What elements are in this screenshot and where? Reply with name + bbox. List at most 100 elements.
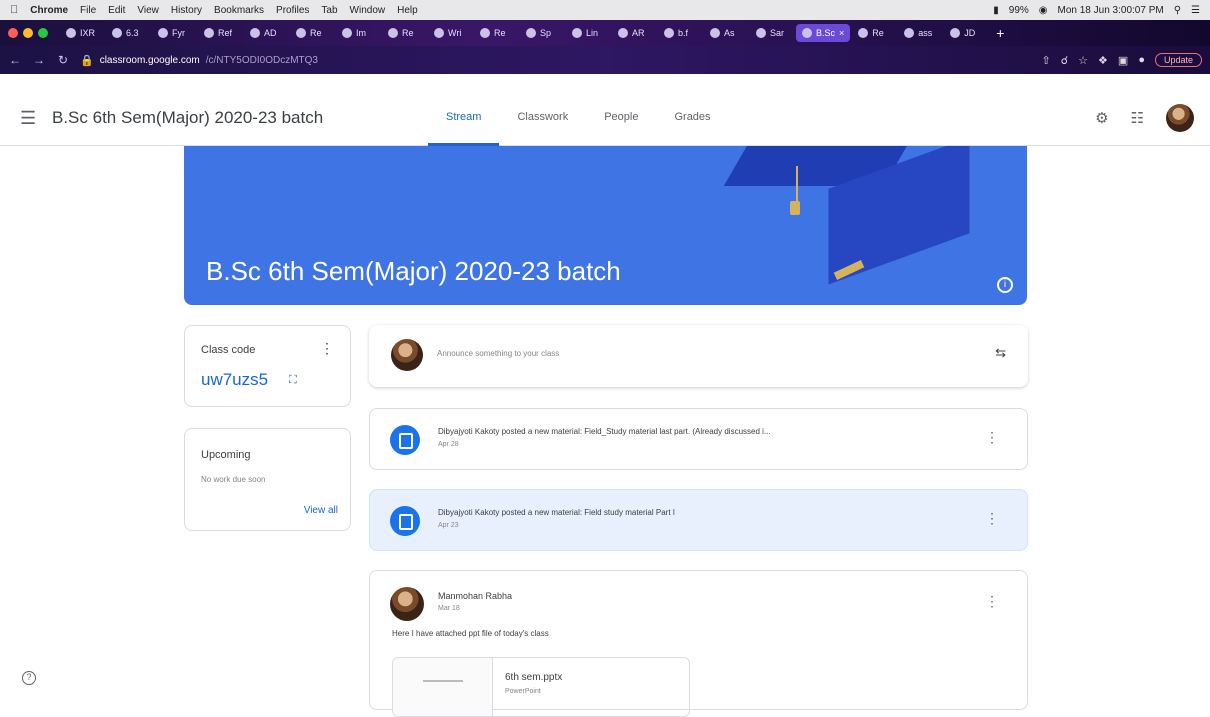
browser-tab[interactable]: Re	[290, 24, 334, 42]
author-avatar	[390, 587, 424, 621]
apps-grid-icon[interactable]: ☷	[1131, 109, 1144, 127]
browser-tab[interactable]: b.f	[658, 24, 702, 42]
avatar	[391, 339, 423, 371]
browser-tab[interactable]: Sp	[520, 24, 564, 42]
apple-icon[interactable]: 	[10, 4, 18, 16]
class-code-card: Class code ⋮ uw7uzs5 ⛶	[184, 325, 351, 407]
browser-tab[interactable]: Sar	[750, 24, 794, 42]
back-icon[interactable]: ←	[8, 53, 22, 67]
menu-profiles[interactable]: Profiles	[276, 5, 309, 16]
control-center-icon[interactable]: ☰	[1191, 5, 1200, 16]
profile-icon[interactable]: ●	[1138, 54, 1145, 66]
menu-bookmarks[interactable]: Bookmarks	[214, 5, 264, 16]
favicon-icon	[950, 28, 961, 38]
close-window-button[interactable]	[8, 28, 18, 38]
address-bar[interactable]: 🔒 classroom.google.com/c/NTY5ODI0ODczMTQ…	[80, 51, 318, 69]
more-vert-icon[interactable]: ⋮	[985, 510, 999, 527]
menu-view[interactable]: View	[137, 5, 159, 16]
browser-tab-strip: IXR 6.3 Fyr Ref AD Re Im Re Wri Re Sp Li…	[0, 20, 1210, 46]
help-icon[interactable]: ?	[22, 671, 36, 685]
new-tab-button[interactable]: +	[990, 24, 1010, 42]
class-info-icon[interactable]: i	[997, 277, 1013, 293]
menu-file[interactable]: File	[80, 5, 96, 16]
browser-tab[interactable]: IXR	[60, 24, 104, 42]
class-code-label: Class code	[201, 344, 256, 356]
material-icon	[390, 425, 420, 455]
toolbar-actions: ⇧ ☌ ☆ ❖ ▣ ● Update	[1042, 53, 1202, 67]
browser-tab[interactable]: Ref	[198, 24, 242, 42]
bookmark-star-icon[interactable]: ☆	[1078, 54, 1088, 67]
zoom-icon[interactable]: ☌	[1061, 54, 1068, 67]
material-post[interactable]: Dibyajyoti Kakoty posted a new material:…	[369, 408, 1028, 470]
class-banner: B.Sc 6th Sem(Major) 2020-23 batch i	[184, 146, 1027, 305]
battery-level: 99%	[1008, 4, 1029, 16]
post-title[interactable]: Dibyajyoti Kakoty posted a new material:…	[438, 427, 771, 436]
browser-tab[interactable]: JD	[944, 24, 988, 42]
browser-tab[interactable]: As	[704, 24, 748, 42]
menu-tab[interactable]: Tab	[321, 5, 337, 16]
extensions-puzzle-icon[interactable]: ❖	[1098, 54, 1108, 67]
post-title[interactable]: Dibyajyoti Kakoty posted a new material:…	[438, 508, 675, 517]
lock-icon[interactable]: 🔒	[80, 54, 94, 67]
browser-tab[interactable]: Re	[474, 24, 518, 42]
menubar-datetime[interactable]: Mon 18 Jun 3:00:07 PM	[1058, 5, 1164, 16]
battery-icon[interactable]: ▮	[993, 5, 999, 16]
browser-tab[interactable]: AD	[244, 24, 288, 42]
tab-stream[interactable]: Stream	[428, 90, 500, 146]
more-vert-icon[interactable]: ⋮	[320, 340, 334, 357]
settings-gear-icon[interactable]: ⚙	[1095, 109, 1108, 127]
share-icon[interactable]: ⇧	[1042, 54, 1051, 67]
browser-tab[interactable]: Wri	[428, 24, 472, 42]
browser-tab[interactable]: 6.3	[106, 24, 150, 42]
update-button[interactable]: Update	[1154, 53, 1202, 67]
browser-toolbar: ← → ↻ 🔒 classroom.google.com/c/NTY5ODI0O…	[0, 46, 1210, 74]
class-title[interactable]: B.Sc 6th Sem(Major) 2020-23 batch	[52, 108, 323, 128]
reload-icon[interactable]: ↻	[56, 53, 70, 67]
favicon-icon	[572, 28, 582, 38]
browser-tab[interactable]: Re	[852, 24, 896, 42]
account-avatar[interactable]	[1166, 104, 1194, 132]
post-date: Apr 28	[438, 441, 459, 448]
more-vert-icon[interactable]: ⋮	[985, 593, 999, 610]
close-tab-icon[interactable]: ×	[839, 28, 844, 38]
browser-tab[interactable]: AR	[612, 24, 656, 42]
browser-tab[interactable]: Fyr	[152, 24, 196, 42]
attachment-thumbnail	[393, 658, 493, 716]
browser-tab[interactable]: Lin	[566, 24, 610, 42]
material-post[interactable]: Dibyajyoti Kakoty posted a new material:…	[369, 489, 1028, 551]
tab-classwork[interactable]: Classwork	[499, 90, 586, 146]
favicon-icon	[66, 28, 76, 38]
wifi-icon[interactable]: ◉	[1039, 5, 1048, 16]
attachment-name: 6th sem.pptx	[505, 672, 563, 683]
tab-people[interactable]: People	[586, 90, 656, 146]
announce-placeholder[interactable]: Announce something to your class	[437, 349, 559, 358]
upcoming-card: Upcoming No work due soon View all	[184, 428, 351, 531]
tassel-illustration	[790, 201, 800, 215]
browser-tab-active[interactable]: B.Sc ×	[796, 24, 851, 42]
fullscreen-icon[interactable]: ⛶	[289, 374, 297, 387]
main-menu-icon[interactable]: ☰	[20, 108, 36, 129]
tab-grades[interactable]: Grades	[656, 90, 728, 146]
view-all-link[interactable]: View all	[304, 505, 338, 516]
more-vert-icon[interactable]: ⋮	[985, 429, 999, 446]
browser-tab[interactable]: Re	[382, 24, 426, 42]
menu-help[interactable]: Help	[397, 5, 418, 16]
favicon-icon	[710, 28, 720, 38]
favicon-icon	[388, 28, 398, 38]
menu-history[interactable]: History	[171, 5, 202, 16]
minimize-window-button[interactable]	[23, 28, 33, 38]
favicon-icon	[158, 28, 168, 38]
favicon-icon	[526, 28, 536, 38]
browser-tab[interactable]: Im	[336, 24, 380, 42]
spotlight-icon[interactable]: ⚲	[1174, 5, 1181, 16]
forward-icon[interactable]: →	[32, 53, 46, 67]
menu-window[interactable]: Window	[350, 5, 386, 16]
attachment-card[interactable]: 6th sem.pptx PowerPoint	[392, 657, 690, 717]
repost-icon[interactable]: ⇆	[995, 345, 1006, 361]
browser-tab[interactable]: ass	[898, 24, 942, 42]
announce-box[interactable]: Announce something to your class ⇆	[369, 325, 1028, 387]
zoom-window-button[interactable]	[38, 28, 48, 38]
menu-edit[interactable]: Edit	[108, 5, 125, 16]
app-name[interactable]: Chrome	[30, 5, 68, 16]
sidepanel-icon[interactable]: ▣	[1118, 54, 1128, 67]
